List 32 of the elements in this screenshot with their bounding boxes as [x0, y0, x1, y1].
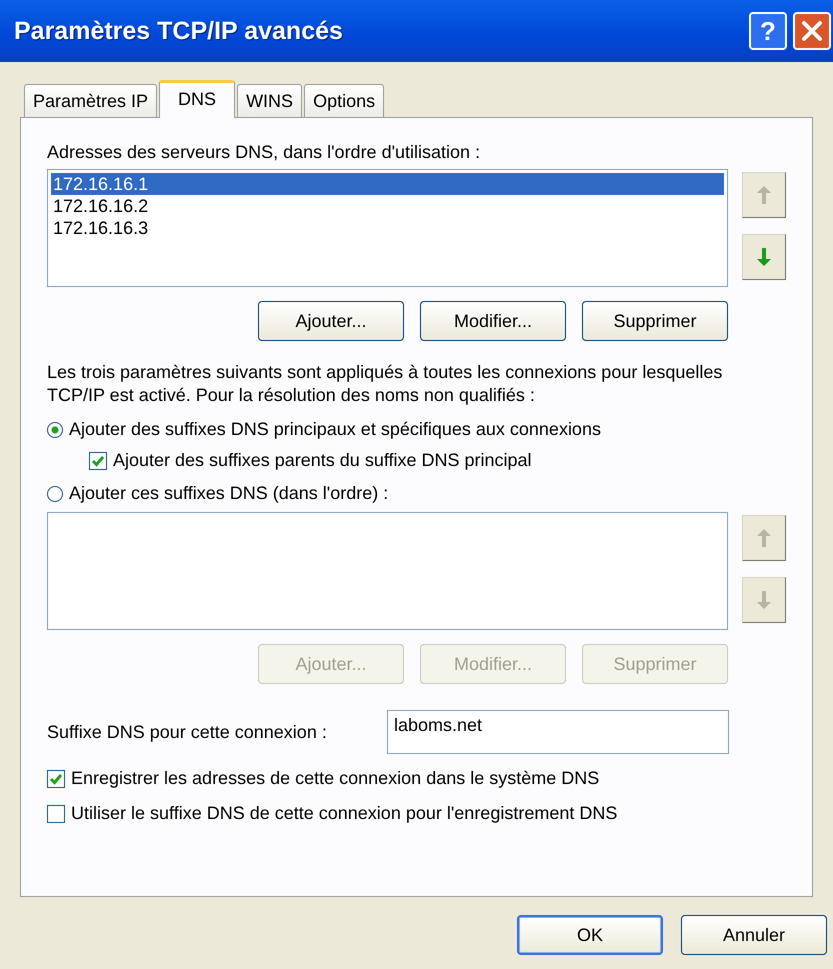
list-action-button[interactable]: Supprimer [582, 301, 728, 341]
radio-label: Ajouter ces suffixes DNS (dans l'ordre) : [69, 483, 388, 504]
checkbox[interactable] [47, 804, 65, 822]
tab[interactable]: Paramètres IP [24, 84, 158, 117]
suffix-label: Suffixe DNS pour cette connexion : [47, 722, 327, 742]
radio-label: Ajouter des suffixes DNS principaux et spécifiques aux connexions [69, 419, 601, 440]
list-action-button[interactable]: Ajouter... [258, 301, 404, 341]
close-button[interactable] [793, 12, 831, 50]
checkbox[interactable] [47, 770, 65, 788]
list-item[interactable]: 172.16.16.3 [51, 217, 724, 239]
checkbox-label: Ajouter des suffixes parents du suffixe DNS principal [113, 450, 532, 471]
move-down-button[interactable] [742, 234, 786, 280]
close-icon [799, 18, 825, 44]
dns-server-list[interactable]: 172.16.16.1 172.16.16.2 172.16.16.3 [47, 169, 728, 287]
dialog-button[interactable]: Annuler [681, 915, 827, 955]
tab[interactable]: DNS [159, 80, 236, 118]
radio-button[interactable] [47, 486, 63, 502]
checkbox[interactable] [89, 452, 107, 470]
checkbox-label: Enregistrer les adresses de cette connexion dans le système DNS [71, 768, 600, 789]
description-text: Les trois paramètres suivants sont appliqués à toutes les connexions pour lesquelles TCP/IP est activé. Pour la résolution des noms non qualifiés : [47, 361, 724, 407]
tab[interactable]: WINS [237, 84, 302, 117]
window-title: Paramètres TCP/IP avancés [14, 16, 344, 46]
suffix-field[interactable]: laboms.net [387, 710, 729, 754]
list-label: Adresses des serveurs DNS, dans l'ordre d'utilisation : [47, 142, 482, 163]
list-item[interactable]: 172.16.16.1 [51, 173, 724, 195]
dialog-button[interactable]: OK [517, 915, 663, 955]
checkbox-label: Utiliser le suffixe DNS de cette connexion pour l'enregistrement DNS [71, 803, 618, 824]
tab[interactable]: Options [304, 84, 384, 117]
list-item[interactable]: 172.16.16.2 [51, 195, 724, 217]
list-action-button[interactable]: Modifier... [420, 301, 566, 341]
help-button[interactable]: ? [749, 12, 787, 50]
radio-button[interactable] [47, 422, 63, 438]
